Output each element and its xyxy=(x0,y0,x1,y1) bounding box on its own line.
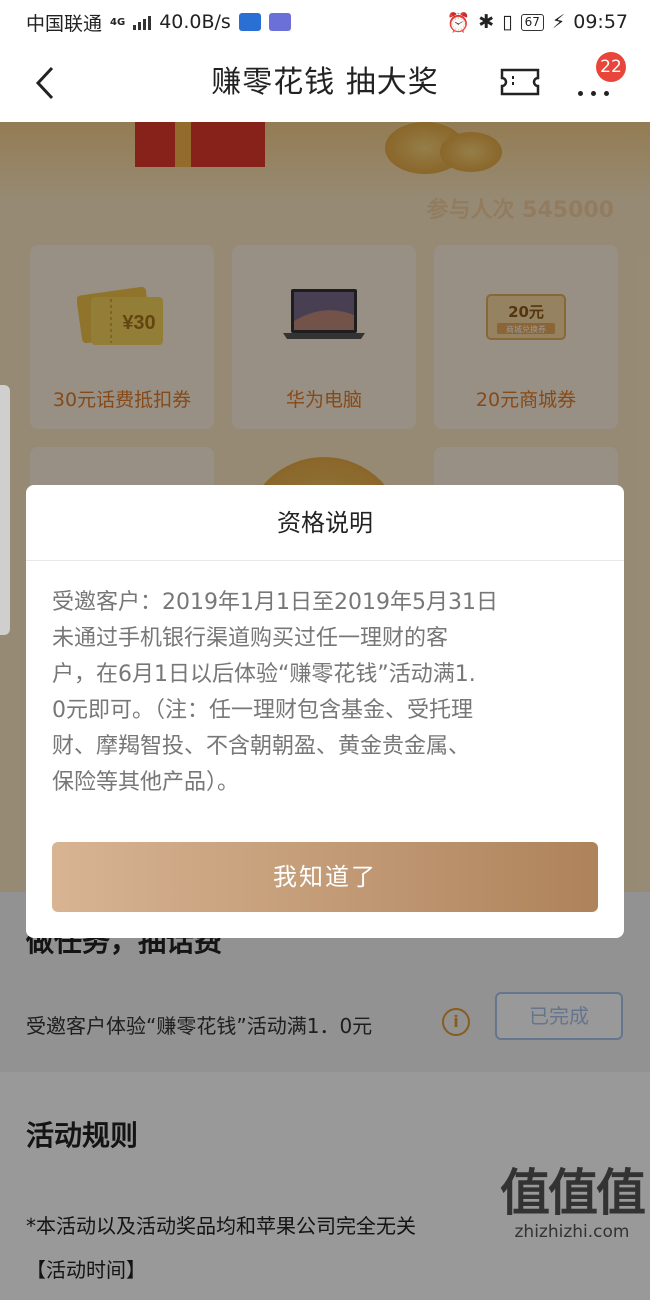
carrier-label: 中国联通 xyxy=(26,12,103,35)
net-speed: 40.0B/s xyxy=(159,11,231,33)
nav-bar: 赚零花钱 抽大奖 xyxy=(0,44,650,122)
ticket-icon[interactable] xyxy=(500,68,540,96)
notification-badge: 22 xyxy=(596,52,626,82)
dialog-line: 未通过手机银行渠道购买过任一理财的客 xyxy=(52,626,449,651)
app-notification-icon xyxy=(238,13,261,31)
dialog-line: 0元即可。（注：任一理财包含基金、受托理 xyxy=(52,698,473,723)
signal-icon xyxy=(133,14,152,30)
app-notification-icon-2 xyxy=(268,13,291,31)
dialog-line: 受邀客户：2019年1月1日至2019年5月31日 xyxy=(52,590,498,615)
status-bar: 中国联通 4G 40.0B/s ⏰ ✱ ▯ 67 ⚡ 09:57 xyxy=(0,0,650,44)
eligibility-dialog: 资格说明 受邀客户：2019年1月1日至2019年5月31日 未通过手机银行渠道… xyxy=(26,485,624,938)
charging-icon: ⚡ xyxy=(551,11,566,33)
page-title: 赚零花钱 抽大奖 xyxy=(211,65,439,100)
dialog-line: 财、摩羯智投、不含朝朝盈、黄金贵金属、 xyxy=(52,734,471,759)
confirm-button[interactable]: 我知道了 xyxy=(52,842,598,912)
alarm-icon: ⏰ xyxy=(446,11,471,34)
network-type: 4G xyxy=(110,16,126,28)
dialog-line: 户，在6月1日以后体验“赚零花钱”活动满1. xyxy=(52,662,476,687)
dialog-body: 受邀客户：2019年1月1日至2019年5月31日 未通过手机银行渠道购买过任一… xyxy=(52,585,600,801)
vibrate-icon: ▯ xyxy=(502,11,513,33)
dialog-line: 保险等其他产品）。 xyxy=(52,770,240,795)
battery-icon: 67 xyxy=(520,13,544,31)
clock: 09:57 xyxy=(573,11,628,33)
bluetooth-icon: ✱ xyxy=(478,11,495,33)
dialog-title: 资格说明 xyxy=(26,485,624,561)
side-drawer-handle[interactable] xyxy=(0,385,10,635)
